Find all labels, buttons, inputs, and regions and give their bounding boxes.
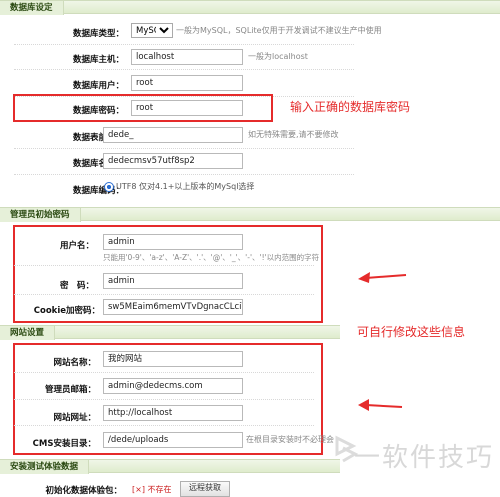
cms-dir-hint: 在根目录安装时不必理会 xyxy=(246,435,334,444)
divider xyxy=(14,294,314,295)
arrow-left-icon xyxy=(358,399,403,411)
remote-fetch-button[interactable]: 远程获取 xyxy=(180,481,230,497)
divider xyxy=(14,425,314,426)
admin-password-input[interactable]: admin xyxy=(103,273,243,289)
db-password-input[interactable]: root xyxy=(131,100,243,116)
divider xyxy=(14,399,314,400)
arrow-left-icon xyxy=(358,272,407,283)
admin-user-hint: 只能用'0-9'、'a-z'、'A-Z'、'.'、'@'、'_'、'-'、'!'… xyxy=(103,253,320,262)
db-encoding-value: UTF8 仅对4.1+以上版本的MySql选择 xyxy=(116,182,255,191)
section-header-database: 数据库设定 xyxy=(0,0,500,15)
site-name-label: 网站名称： xyxy=(53,358,96,368)
db-prefix-hint: 如无特殊需要,请不要修改 xyxy=(248,130,339,139)
db-name-input[interactable]: dedecmsv57utf8sp2 xyxy=(103,153,243,169)
db-host-label: 数据库主机： xyxy=(72,55,124,65)
db-password-annotation: 输入正确的数据库密码 xyxy=(290,100,411,114)
cms-dir-label: CMS安装目录： xyxy=(32,439,96,449)
divider xyxy=(14,69,354,70)
db-user-label: 数据库用户： xyxy=(72,81,124,91)
watermark-text: 一软件技巧 xyxy=(353,443,494,473)
cookie-input[interactable]: sw5MEaim6memVTvDgnacCLciYafWc xyxy=(103,299,243,315)
cms-dir-input[interactable]: /dede/uploads xyxy=(103,432,243,448)
radio-utf8[interactable] xyxy=(104,182,114,192)
section-header-site: 网站设置 xyxy=(0,325,340,340)
section-title: 数据库设定 xyxy=(0,1,64,15)
db-host-input[interactable]: localhost xyxy=(131,49,243,65)
package-status: [×] 不存在 xyxy=(132,485,172,494)
db-type-label: 数据库类型： xyxy=(72,29,124,39)
divider xyxy=(14,372,314,373)
admin-user-input[interactable]: admin xyxy=(103,234,243,250)
admin-email-label: 管理员邮箱： xyxy=(44,385,96,395)
db-type-hint: 一般为MySQL，SQLite仅用于开发调试不建议生产中使用 xyxy=(176,26,382,35)
db-prefix-input[interactable]: dede_ xyxy=(103,127,243,143)
db-host-hint: 一般为localhost xyxy=(248,52,308,61)
site-name-input[interactable]: 我的网站 xyxy=(103,351,243,367)
db-user-input[interactable]: root xyxy=(131,75,243,91)
site-url-input[interactable]: http://localhost xyxy=(103,405,243,421)
cookie-label: Cookie加密码： xyxy=(33,306,100,316)
init-package-label: 初始化数据体验包： xyxy=(45,486,122,496)
db-type-select[interactable]: MySQL xyxy=(131,23,173,38)
section-header-test: 安装测试体验数据 xyxy=(0,459,340,474)
section-title: 管理员初始密码 xyxy=(0,208,81,222)
section-header-admin: 管理员初始密码 xyxy=(0,207,500,222)
db-password-label: 数据库密码： xyxy=(72,106,124,116)
section-title: 网站设置 xyxy=(0,326,56,340)
site-url-label: 网站网址： xyxy=(53,413,96,423)
edit-annotation: 可自行修改这些信息 xyxy=(357,325,466,339)
admin-user-label: 用户名： xyxy=(59,241,94,251)
divider xyxy=(14,265,314,266)
divider xyxy=(14,44,354,45)
admin-email-input[interactable]: admin@dedecms.com xyxy=(103,378,243,394)
divider xyxy=(14,174,354,175)
divider xyxy=(14,148,354,149)
admin-password-label: 密 码： xyxy=(59,281,94,291)
section-title: 安装测试体验数据 xyxy=(0,460,90,474)
